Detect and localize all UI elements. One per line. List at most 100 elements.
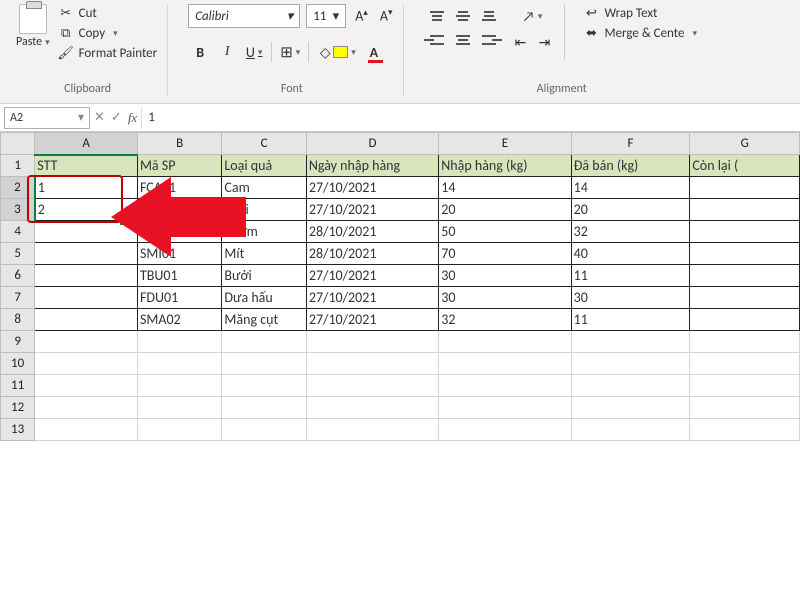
cell-B3[interactable]: TXO [137, 199, 221, 221]
copy-button[interactable]: ⧉ Copy [56, 24, 160, 42]
font-size-selector[interactable]: 11▾ [306, 4, 346, 28]
row-header-4[interactable]: 4 [1, 221, 35, 243]
cell-A11[interactable] [35, 375, 138, 397]
cell-E9[interactable] [439, 331, 571, 353]
formula-input[interactable]: 1 [141, 107, 796, 129]
cell-A1[interactable]: STT [35, 155, 138, 177]
row-header-2[interactable]: 2 [1, 177, 35, 199]
cell-E8[interactable]: 32 [439, 309, 571, 331]
merge-center-button[interactable]: ⬌ Merge & Cente [581, 24, 699, 42]
cell-G3[interactable] [690, 199, 800, 221]
font-color-button[interactable]: A [362, 40, 386, 64]
cell-A2[interactable]: 1 [35, 177, 138, 199]
select-all-corner[interactable] [1, 133, 35, 155]
row-header-5[interactable]: 5 [1, 243, 35, 265]
cell-E12[interactable] [439, 397, 571, 419]
cell-A5[interactable] [35, 243, 138, 265]
bold-button[interactable]: B [188, 40, 212, 64]
grow-font-button[interactable]: A▴ [352, 7, 371, 25]
cell-B6[interactable]: TBU01 [137, 265, 221, 287]
cell-F9[interactable] [571, 331, 690, 353]
cell-F4[interactable]: 32 [571, 221, 690, 243]
borders-button[interactable]: ⊞ [277, 40, 303, 64]
cell-D4[interactable]: 28/10/2021 [306, 221, 438, 243]
cell-B12[interactable] [137, 397, 221, 419]
cell-C13[interactable] [222, 419, 306, 441]
cell-A3[interactable]: 2 [35, 199, 138, 221]
align-middle-button[interactable] [450, 4, 476, 28]
cell-A13[interactable] [35, 419, 138, 441]
cell-B13[interactable] [137, 419, 221, 441]
fill-color-button[interactable]: ◇ [314, 40, 359, 64]
cell-A12[interactable] [35, 397, 138, 419]
cancel-formula-button[interactable]: ✕ [94, 110, 105, 125]
cell-F2[interactable]: 14 [571, 177, 690, 199]
cell-C9[interactable] [222, 331, 306, 353]
align-top-button[interactable] [424, 4, 450, 28]
name-box[interactable]: A2▾ [4, 107, 90, 129]
column-header-D[interactable]: D [306, 133, 438, 155]
cell-A7[interactable] [35, 287, 138, 309]
cell-C11[interactable] [222, 375, 306, 397]
cell-E13[interactable] [439, 419, 571, 441]
column-header-E[interactable]: E [439, 133, 571, 155]
paste-button[interactable]: Paste [16, 4, 50, 49]
cell-B1[interactable]: Mã SP [137, 155, 221, 177]
enter-formula-button[interactable]: ✓ [111, 110, 122, 125]
cell-G13[interactable] [690, 419, 800, 441]
italic-button[interactable]: I [215, 40, 239, 64]
cell-B4[interactable]: STH02 [137, 221, 221, 243]
row-header-7[interactable]: 7 [1, 287, 35, 309]
cell-F10[interactable] [571, 353, 690, 375]
cell-F7[interactable]: 30 [571, 287, 690, 309]
fx-icon[interactable]: fx [128, 110, 137, 126]
cell-E11[interactable] [439, 375, 571, 397]
cell-D5[interactable]: 28/10/2021 [306, 243, 438, 265]
cell-G11[interactable] [690, 375, 800, 397]
align-left-button[interactable] [424, 28, 450, 52]
increase-indent-button[interactable]: ⇥ [532, 30, 556, 54]
cut-button[interactable]: ✂ Cut [56, 4, 160, 22]
font-name-selector[interactable]: Calibri▾ [188, 4, 300, 28]
shrink-font-button[interactable]: A▾ [377, 7, 396, 25]
cell-D7[interactable]: 27/10/2021 [306, 287, 438, 309]
cell-E2[interactable]: 14 [439, 177, 571, 199]
cell-E3[interactable]: 20 [439, 199, 571, 221]
cell-D6[interactable]: 27/10/2021 [306, 265, 438, 287]
row-header-12[interactable]: 12 [1, 397, 35, 419]
cell-G1[interactable]: Còn lại ( [690, 155, 800, 177]
cell-C3[interactable]: Xoài [222, 199, 306, 221]
cell-D10[interactable] [306, 353, 438, 375]
cell-C8[interactable]: Măng cụt [222, 309, 306, 331]
cell-C4[interactable]: Thơm [222, 221, 306, 243]
row-header-3[interactable]: 3 [1, 199, 35, 221]
worksheet[interactable]: ABCDEFG1STTMã SPLoại quảNgày nhập hàngNh… [0, 132, 800, 441]
column-header-F[interactable]: F [571, 133, 690, 155]
cell-E6[interactable]: 30 [439, 265, 571, 287]
cell-E5[interactable]: 70 [439, 243, 571, 265]
cell-E4[interactable]: 50 [439, 221, 571, 243]
cell-G6[interactable] [690, 265, 800, 287]
cell-G7[interactable] [690, 287, 800, 309]
cell-A9[interactable] [35, 331, 138, 353]
cell-A10[interactable] [35, 353, 138, 375]
cell-E1[interactable]: Nhập hàng (kg) [439, 155, 571, 177]
cell-F5[interactable]: 40 [571, 243, 690, 265]
cell-C6[interactable]: Bưởi [222, 265, 306, 287]
underline-button[interactable]: U [242, 40, 266, 64]
cell-A6[interactable] [35, 265, 138, 287]
cell-B8[interactable]: SMA02 [137, 309, 221, 331]
cell-G2[interactable] [690, 177, 800, 199]
cell-D11[interactable] [306, 375, 438, 397]
cell-G8[interactable] [690, 309, 800, 331]
cell-D2[interactable]: 27/10/2021 [306, 177, 438, 199]
cell-B2[interactable]: FCA01 [137, 177, 221, 199]
column-header-G[interactable]: G [690, 133, 800, 155]
cell-F11[interactable] [571, 375, 690, 397]
cell-D13[interactable] [306, 419, 438, 441]
cell-B10[interactable] [137, 353, 221, 375]
cell-A4[interactable] [35, 221, 138, 243]
cell-C10[interactable] [222, 353, 306, 375]
cell-G9[interactable] [690, 331, 800, 353]
cell-B5[interactable]: SMI01 [137, 243, 221, 265]
